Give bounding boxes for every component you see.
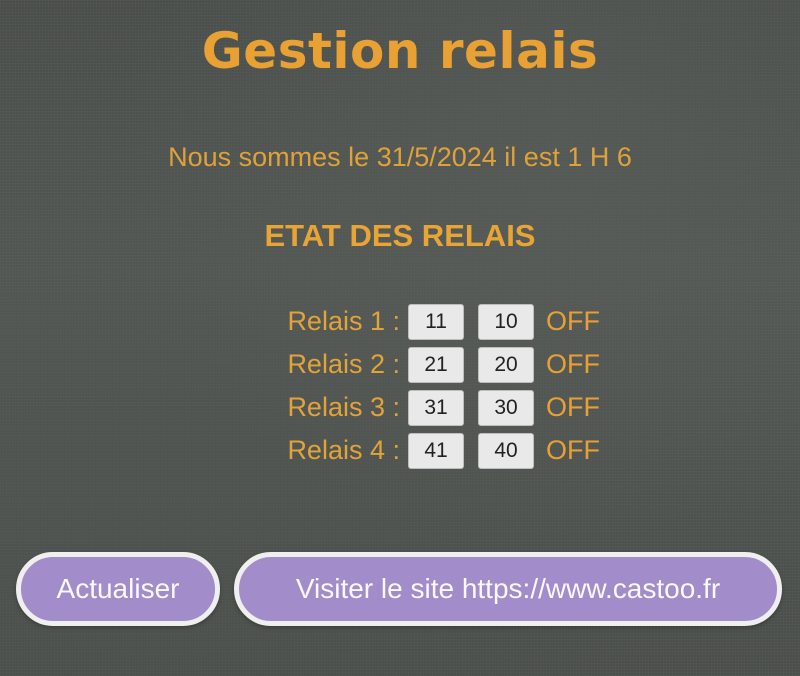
visit-site-button[interactable]: Visiter le site https://www.castoo.fr: [234, 552, 782, 626]
relay-4-state: OFF: [546, 435, 600, 465]
relays-status-heading: ETAT DES RELAIS: [264, 218, 536, 253]
relay-3-off-button[interactable]: 30: [478, 389, 534, 426]
relays-panel: Relais 1 : 11 10 OFF Relais 2 : 21 20 OF…: [268, 300, 648, 472]
relay-1-off-button[interactable]: 10: [478, 303, 534, 340]
relay-1-state: OFF: [546, 306, 600, 336]
relay-label-3: Relais 3 :: [287, 392, 400, 422]
relay-2-state: OFF: [546, 349, 600, 379]
datetime-text: Nous sommes le 31/5/2024 il est 1 H 6: [168, 142, 632, 172]
relay-2-on-button[interactable]: 21: [408, 346, 464, 383]
relay-row-2: Relais 2 : 21 20 OFF: [268, 343, 648, 386]
relay-row-3: Relais 3 : 31 30 OFF: [268, 386, 648, 429]
relay-4-on-button[interactable]: 41: [408, 432, 464, 469]
relay-4-off-button[interactable]: 40: [478, 432, 534, 469]
refresh-button[interactable]: Actualiser: [16, 552, 220, 626]
relay-label-2: Relais 2 :: [287, 349, 400, 379]
relay-2-off-button[interactable]: 20: [478, 346, 534, 383]
relay-3-on-button[interactable]: 31: [408, 389, 464, 426]
relay-3-state: OFF: [546, 392, 600, 422]
relay-row-4: Relais 4 : 41 40 OFF: [268, 429, 648, 472]
relay-1-on-button[interactable]: 11: [408, 303, 464, 340]
page-title: Gestion relais: [201, 22, 599, 80]
relay-label-1: Relais 1 :: [287, 306, 400, 336]
relay-label-4: Relais 4 :: [287, 435, 400, 465]
relay-row-1: Relais 1 : 11 10 OFF: [268, 300, 648, 343]
